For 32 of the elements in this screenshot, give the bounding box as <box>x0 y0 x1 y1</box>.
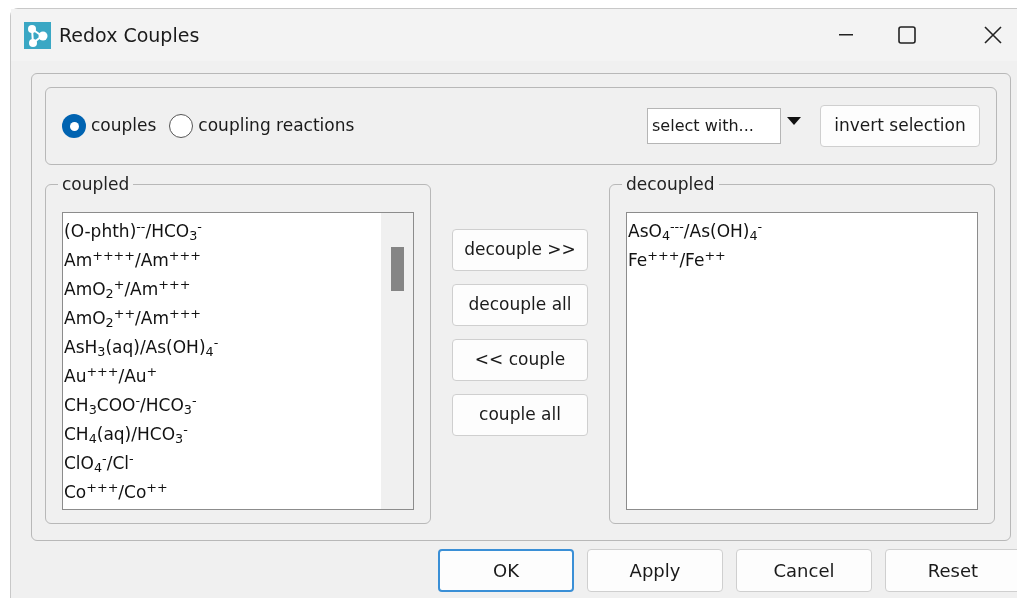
list-item[interactable]: AmO$_{2}$$^{+}$/Am$^{+++}$ <box>64 275 381 304</box>
move-button[interactable]: decouple all <box>452 284 588 326</box>
radio-unchecked[interactable] <box>169 114 194 138</box>
minimize-icon[interactable] <box>839 34 853 36</box>
invert-selection-button[interactable]: invert selection <box>820 105 980 147</box>
dropdown-caret-icon[interactable] <box>787 117 801 125</box>
move-button[interactable]: decouple >> <box>452 229 588 271</box>
radio-button[interactable]: coupling reactions <box>169 113 355 139</box>
list-item[interactable]: Au$^{+++}$/Au$^{+}$ <box>64 362 381 391</box>
maximize-icon[interactable] <box>898 26 916 44</box>
app-logo-icon <box>24 21 51 49</box>
scrollbar[interactable] <box>381 213 413 509</box>
close-icon[interactable] <box>984 26 1002 44</box>
move-button[interactable]: << couple <box>452 339 588 381</box>
dialog-button[interactable]: Cancel <box>736 549 872 592</box>
list-item[interactable]: ClO$_{4}$$^{-}$/Cl$^{-}$ <box>64 449 381 478</box>
select-dropdown[interactable]: select with... <box>647 108 781 144</box>
dialog-button[interactable]: OK <box>438 549 574 592</box>
list-item[interactable]: Am$^{++++}$/Am$^{+++}$ <box>64 246 381 275</box>
list-item[interactable]: AmO$_{2}$$^{++}$/Am$^{+++}$ <box>64 304 381 333</box>
group-title: coupled <box>58 173 134 195</box>
radio-button[interactable]: couples <box>62 113 157 139</box>
list-item[interactable]: Fe$^{+++}$/Fe$^{++}$ <box>628 246 977 275</box>
dialog-button[interactable]: Apply <box>587 549 723 592</box>
move-button[interactable]: couple all <box>452 394 588 436</box>
window-title: Redox Couples <box>59 22 200 48</box>
dialog-button[interactable]: Reset <box>885 549 1017 592</box>
scroll-thumb[interactable] <box>390 247 404 291</box>
list-box[interactable] <box>62 212 414 510</box>
list-item[interactable]: Co$^{+++}$/Co$^{++}$ <box>64 478 381 507</box>
group-title: decoupled <box>622 173 719 195</box>
radio-checked[interactable] <box>62 114 86 138</box>
